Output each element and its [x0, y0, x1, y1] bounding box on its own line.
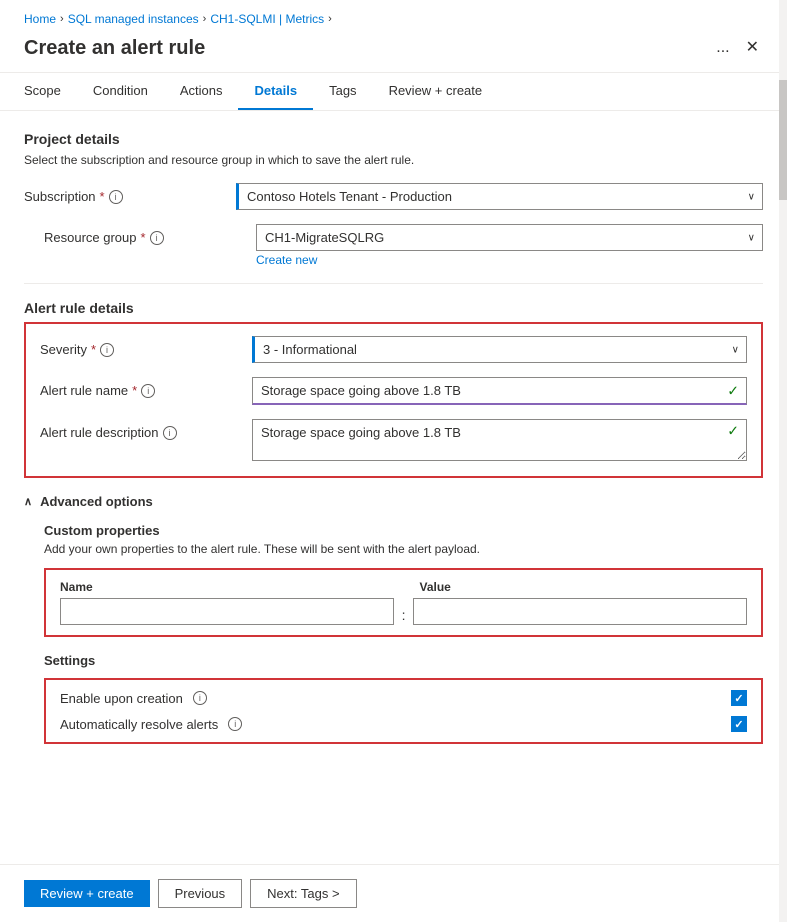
breadcrumb-chevron-1: › — [60, 13, 64, 25]
alert-rule-description-row: Alert rule description i Storage space g… — [40, 419, 747, 464]
custom-properties-box: Name Value : — [44, 568, 763, 637]
project-details-title: Project details — [24, 131, 763, 147]
settings-title: Settings — [44, 653, 763, 668]
name-column-label: Name — [60, 580, 388, 594]
auto-resolve-label: Automatically resolve alerts — [60, 717, 218, 732]
name-col-header: Name — [60, 580, 388, 598]
auto-resolve-row: Automatically resolve alerts i — [60, 716, 747, 732]
tab-actions[interactable]: Actions — [164, 73, 239, 110]
resource-group-control: CH1-MigrateSQLRG ∨ Create new — [256, 224, 763, 267]
custom-properties-title: Custom properties — [44, 523, 763, 538]
enable-upon-creation-checkbox[interactable] — [731, 690, 747, 706]
value-col-header: Value — [420, 580, 748, 598]
name-value-input-row: : — [60, 598, 747, 625]
custom-properties-section: Custom properties Add your own propertie… — [24, 523, 763, 744]
divider-1 — [24, 283, 763, 284]
panel-header: Create an alert rule ... ✕ — [0, 32, 787, 73]
name-value-header-row: Name Value — [60, 580, 747, 598]
alert-rule-description-wrapper: Storage space going above 1.8 TB ✓ — [252, 419, 747, 464]
custom-properties-subtitle: Add your own properties to the alert rul… — [44, 542, 763, 556]
alert-rule-name-input[interactable] — [252, 377, 747, 405]
content-area: Project details Select the subscription … — [0, 111, 787, 864]
name-input-col — [60, 598, 394, 625]
resource-group-label: Resource group * i — [44, 224, 244, 245]
project-details-subtitle: Select the subscription and resource gro… — [24, 153, 763, 167]
resource-group-required: * — [141, 230, 146, 245]
menu-button[interactable]: ... — [712, 36, 733, 60]
advanced-chevron-icon: ∧ — [24, 495, 32, 508]
scrollbar-thumb[interactable] — [779, 80, 787, 200]
subscription-select-wrapper: Contoso Hotels Tenant - Production ∨ — [236, 183, 763, 210]
resource-group-info-icon[interactable]: i — [150, 231, 164, 245]
severity-label: Severity * i — [40, 336, 240, 357]
tab-scope[interactable]: Scope — [24, 73, 77, 110]
alert-rule-description-check-icon: ✓ — [727, 423, 739, 440]
alert-rule-details-box: Severity * i 3 - Informational 0 - Criti… — [24, 322, 763, 478]
enable-upon-creation-info-icon[interactable]: i — [193, 691, 207, 705]
alert-rule-details-title: Alert rule details — [24, 300, 763, 316]
alert-rule-description-info-icon[interactable]: i — [163, 426, 177, 440]
custom-property-value-input[interactable] — [413, 598, 747, 625]
main-panel: Home › SQL managed instances › CH1-SQLMI… — [0, 0, 787, 922]
previous-button[interactable]: Previous — [158, 879, 243, 908]
resource-group-row: Resource group * i CH1-MigrateSQLRG ∨ Cr… — [24, 224, 763, 267]
breadcrumb: Home › SQL managed instances › CH1-SQLMI… — [0, 0, 787, 32]
breadcrumb-metrics[interactable]: CH1-SQLMI | Metrics — [210, 12, 324, 26]
advanced-options-toggle[interactable]: ∧ Advanced options — [24, 494, 763, 509]
footer: Review + create Previous Next: Tags > — [0, 864, 787, 922]
breadcrumb-home[interactable]: Home — [24, 12, 56, 26]
breadcrumb-chevron-2: › — [203, 13, 207, 25]
custom-property-name-input[interactable] — [60, 598, 394, 625]
tab-details[interactable]: Details — [238, 73, 313, 110]
alert-rule-name-required: * — [132, 383, 137, 398]
alert-rule-name-label: Alert rule name * i — [40, 377, 240, 398]
alert-rule-name-row: Alert rule name * i ✓ — [40, 377, 747, 405]
subscription-label: Subscription * i — [24, 183, 224, 204]
resource-group-select-wrapper: CH1-MigrateSQLRG ∨ — [256, 224, 763, 251]
close-button[interactable]: ✕ — [742, 36, 763, 60]
tab-review-create[interactable]: Review + create — [373, 73, 499, 110]
subscription-select[interactable]: Contoso Hotels Tenant - Production — [236, 183, 763, 210]
settings-box: Enable upon creation i Automatically res… — [44, 678, 763, 744]
breadcrumb-sql[interactable]: SQL managed instances — [68, 12, 199, 26]
severity-required: * — [91, 342, 96, 357]
value-column-label: Value — [420, 580, 748, 594]
advanced-options-label: Advanced options — [40, 494, 153, 509]
colon-separator: : — [402, 601, 406, 623]
next-tags-button[interactable]: Next: Tags > — [250, 879, 356, 908]
alert-rule-description-input[interactable]: Storage space going above 1.8 TB — [252, 419, 747, 461]
severity-select[interactable]: 3 - Informational 0 - Critical 1 - Error… — [252, 336, 747, 363]
tab-condition[interactable]: Condition — [77, 73, 164, 110]
breadcrumb-chevron-3: › — [328, 13, 332, 25]
enable-upon-creation-label: Enable upon creation — [60, 691, 183, 706]
alert-rule-name-info-icon[interactable]: i — [141, 384, 155, 398]
alert-rule-description-label: Alert rule description i — [40, 419, 240, 440]
subscription-info-icon[interactable]: i — [109, 190, 123, 204]
panel-title: Create an alert rule — [24, 37, 704, 60]
value-input-col — [413, 598, 747, 625]
tab-bar: Scope Condition Actions Details Tags Rev… — [0, 73, 787, 111]
alert-rule-name-wrapper: ✓ — [252, 377, 747, 405]
tab-tags[interactable]: Tags — [313, 73, 372, 110]
resource-group-select[interactable]: CH1-MigrateSQLRG — [256, 224, 763, 251]
severity-select-wrapper: 3 - Informational 0 - Critical 1 - Error… — [252, 336, 747, 363]
alert-rule-name-check-icon: ✓ — [727, 383, 739, 400]
severity-info-icon[interactable]: i — [100, 343, 114, 357]
create-new-link[interactable]: Create new — [256, 253, 763, 267]
severity-row: Severity * i 3 - Informational 0 - Criti… — [40, 336, 747, 363]
scrollbar-track — [779, 0, 787, 922]
review-create-button[interactable]: Review + create — [24, 880, 150, 907]
auto-resolve-checkbox[interactable] — [731, 716, 747, 732]
auto-resolve-info-icon[interactable]: i — [228, 717, 242, 731]
enable-upon-creation-row: Enable upon creation i — [60, 690, 747, 706]
subscription-required: * — [100, 189, 105, 204]
subscription-row: Subscription * i Contoso Hotels Tenant -… — [24, 183, 763, 210]
